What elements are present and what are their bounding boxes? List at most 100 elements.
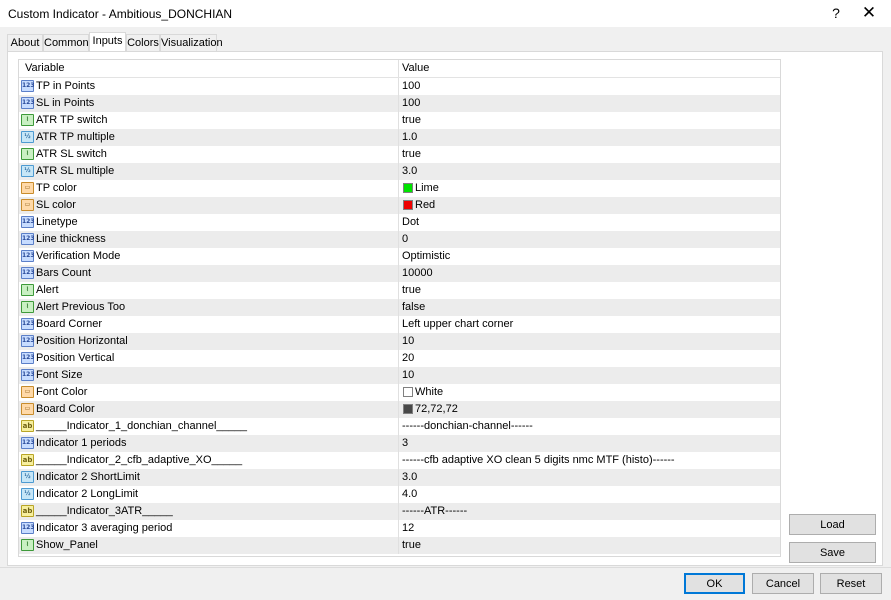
variable-value[interactable]: ------cfb adaptive XO clean 5 digits nmc… — [402, 452, 675, 469]
column-divider[interactable] — [398, 60, 399, 77]
tab-common[interactable]: Common — [43, 34, 89, 51]
variable-value[interactable]: 3.0 — [402, 469, 417, 486]
save-button[interactable]: Save — [789, 542, 876, 563]
cancel-button[interactable]: Cancel — [752, 573, 814, 594]
variable-value[interactable]: true — [402, 112, 421, 129]
ok-button[interactable]: OK — [684, 573, 745, 594]
table-row[interactable]: ½ ATR SL multiple 3.0 — [19, 163, 780, 180]
close-button[interactable]: ✕ — [857, 3, 881, 23]
help-button[interactable]: ? — [826, 3, 846, 23]
table-row[interactable]: ½ Indicator 2 LongLimit 4.0 — [19, 486, 780, 503]
table-row[interactable]: ½ Indicator 2 ShortLimit 3.0 — [19, 469, 780, 486]
variable-value[interactable]: true — [402, 537, 421, 554]
variable-value[interactable]: 20 — [402, 350, 414, 367]
variable-name: Line thickness — [36, 233, 106, 245]
variable-value[interactable]: 100 — [402, 78, 420, 95]
load-button[interactable]: Load — [789, 514, 876, 535]
variable-value[interactable]: 4.0 — [402, 486, 417, 503]
tab-colors[interactable]: Colors — [126, 34, 160, 51]
variable-value[interactable]: Left upper chart corner — [402, 316, 513, 333]
table-row[interactable]: ⌇ Alert true — [19, 282, 780, 299]
variable-name: Font Color — [36, 386, 88, 398]
table-row[interactable]: ▭ TP color Lime — [19, 180, 780, 197]
string-type-icon: ab — [21, 454, 34, 466]
integer-type-icon: 123 — [21, 522, 35, 534]
table-row[interactable]: ab _____Indicator_3ATR_____ ------ATR-----… — [19, 503, 780, 520]
table-row[interactable]: ⌇ ATR SL switch true — [19, 146, 780, 163]
table-row[interactable]: 123 Indicator 1 periods 3 — [19, 435, 780, 452]
double-type-icon: ½ — [21, 165, 34, 177]
tab-inputs[interactable]: Inputs — [89, 32, 126, 52]
color-swatch[interactable] — [403, 183, 413, 193]
table-row[interactable]: 123 Bars Count 10000 — [19, 265, 780, 282]
table-row[interactable]: 123 SL in Points 100 — [19, 95, 780, 112]
integer-type-icon: 123 — [21, 369, 35, 381]
variable-value[interactable]: 1.0 — [402, 129, 417, 146]
variable-value[interactable]: White — [415, 384, 443, 401]
variable-value[interactable]: Optimistic — [402, 248, 450, 265]
variable-value[interactable]: false — [402, 299, 425, 316]
table-row[interactable]: 123 Position Horizontal 10 — [19, 333, 780, 350]
color-type-icon: ▭ — [21, 403, 34, 415]
table-row[interactable]: ▭ SL color Red — [19, 197, 780, 214]
variable-value[interactable]: 0 — [402, 231, 408, 248]
table-row[interactable]: ⌇ Alert Previous Too false — [19, 299, 780, 316]
column-header-variable[interactable]: Variable — [25, 60, 65, 77]
boolean-type-icon: ⌇ — [21, 301, 34, 313]
cell-divider — [398, 299, 399, 316]
table-row[interactable]: 123 Linetype Dot — [19, 214, 780, 231]
table-row[interactable]: 123 Line thickness 0 — [19, 231, 780, 248]
variable-value[interactable]: Lime — [415, 180, 439, 197]
table-row[interactable]: ▭ Font Color White — [19, 384, 780, 401]
integer-type-icon: 123 — [21, 97, 35, 109]
cell-divider — [398, 520, 399, 537]
table-row[interactable]: 123 Board Corner Left upper chart corner — [19, 316, 780, 333]
table-row[interactable]: 123 Font Size 10 — [19, 367, 780, 384]
color-swatch[interactable] — [403, 404, 413, 414]
variable-value[interactable]: 12 — [402, 520, 414, 537]
color-swatch[interactable] — [403, 387, 413, 397]
variable-value[interactable]: Red — [415, 197, 435, 214]
footer-divider — [0, 567, 891, 568]
table-row[interactable]: 123 Indicator 3 averaging period 12 — [19, 520, 780, 537]
column-header-value[interactable]: Value — [402, 60, 429, 77]
variable-value[interactable]: Dot — [402, 214, 419, 231]
variable-value[interactable]: 10 — [402, 333, 414, 350]
grid-header: Variable Value — [19, 60, 780, 78]
variable-value[interactable]: 3 — [402, 435, 408, 452]
variable-value[interactable]: true — [402, 146, 421, 163]
cell-divider — [398, 163, 399, 180]
variable-value[interactable]: 72,72,72 — [415, 401, 458, 418]
variable-name: Font Size — [36, 369, 83, 381]
variable-value[interactable]: ------ATR------ — [402, 503, 467, 520]
cell-divider — [398, 367, 399, 384]
table-row[interactable]: ▭ Board Color 72,72,72 — [19, 401, 780, 418]
table-row[interactable]: 123 Verification Mode Optimistic — [19, 248, 780, 265]
variable-value[interactable]: 10 — [402, 367, 414, 384]
color-swatch[interactable] — [403, 200, 413, 210]
variable-name: Linetype — [36, 216, 78, 228]
variable-name: SL color — [36, 199, 76, 211]
variable-name: Position Horizontal — [36, 335, 128, 347]
variable-value[interactable]: ------donchian-channel------ — [402, 418, 533, 435]
tab-about[interactable]: About — [7, 34, 43, 51]
table-row[interactable]: ab _____Indicator_1_donchian_channel_____… — [19, 418, 780, 435]
tab-visualization[interactable]: Visualization — [160, 34, 223, 51]
variable-value[interactable]: 10000 — [402, 265, 433, 282]
reset-button[interactable]: Reset — [820, 573, 882, 594]
variable-name: ATR TP switch — [36, 114, 108, 126]
variable-value[interactable]: true — [402, 282, 421, 299]
table-row[interactable]: ab _____Indicator_2_cfb_adaptive_XO_____ -… — [19, 452, 780, 469]
table-row[interactable]: ½ ATR TP multiple 1.0 — [19, 129, 780, 146]
table-row[interactable]: 123 Position Vertical 20 — [19, 350, 780, 367]
integer-type-icon: 123 — [21, 318, 35, 330]
double-type-icon: ½ — [21, 131, 34, 143]
cell-divider — [398, 231, 399, 248]
cell-divider — [398, 214, 399, 231]
table-row[interactable]: ⌇ Show_Panel true — [19, 537, 780, 554]
table-row[interactable]: 123 TP in Points 100 — [19, 78, 780, 95]
cell-divider — [398, 282, 399, 299]
table-row[interactable]: ⌇ ATR TP switch true — [19, 112, 780, 129]
variable-value[interactable]: 3.0 — [402, 163, 417, 180]
variable-value[interactable]: 100 — [402, 95, 420, 112]
